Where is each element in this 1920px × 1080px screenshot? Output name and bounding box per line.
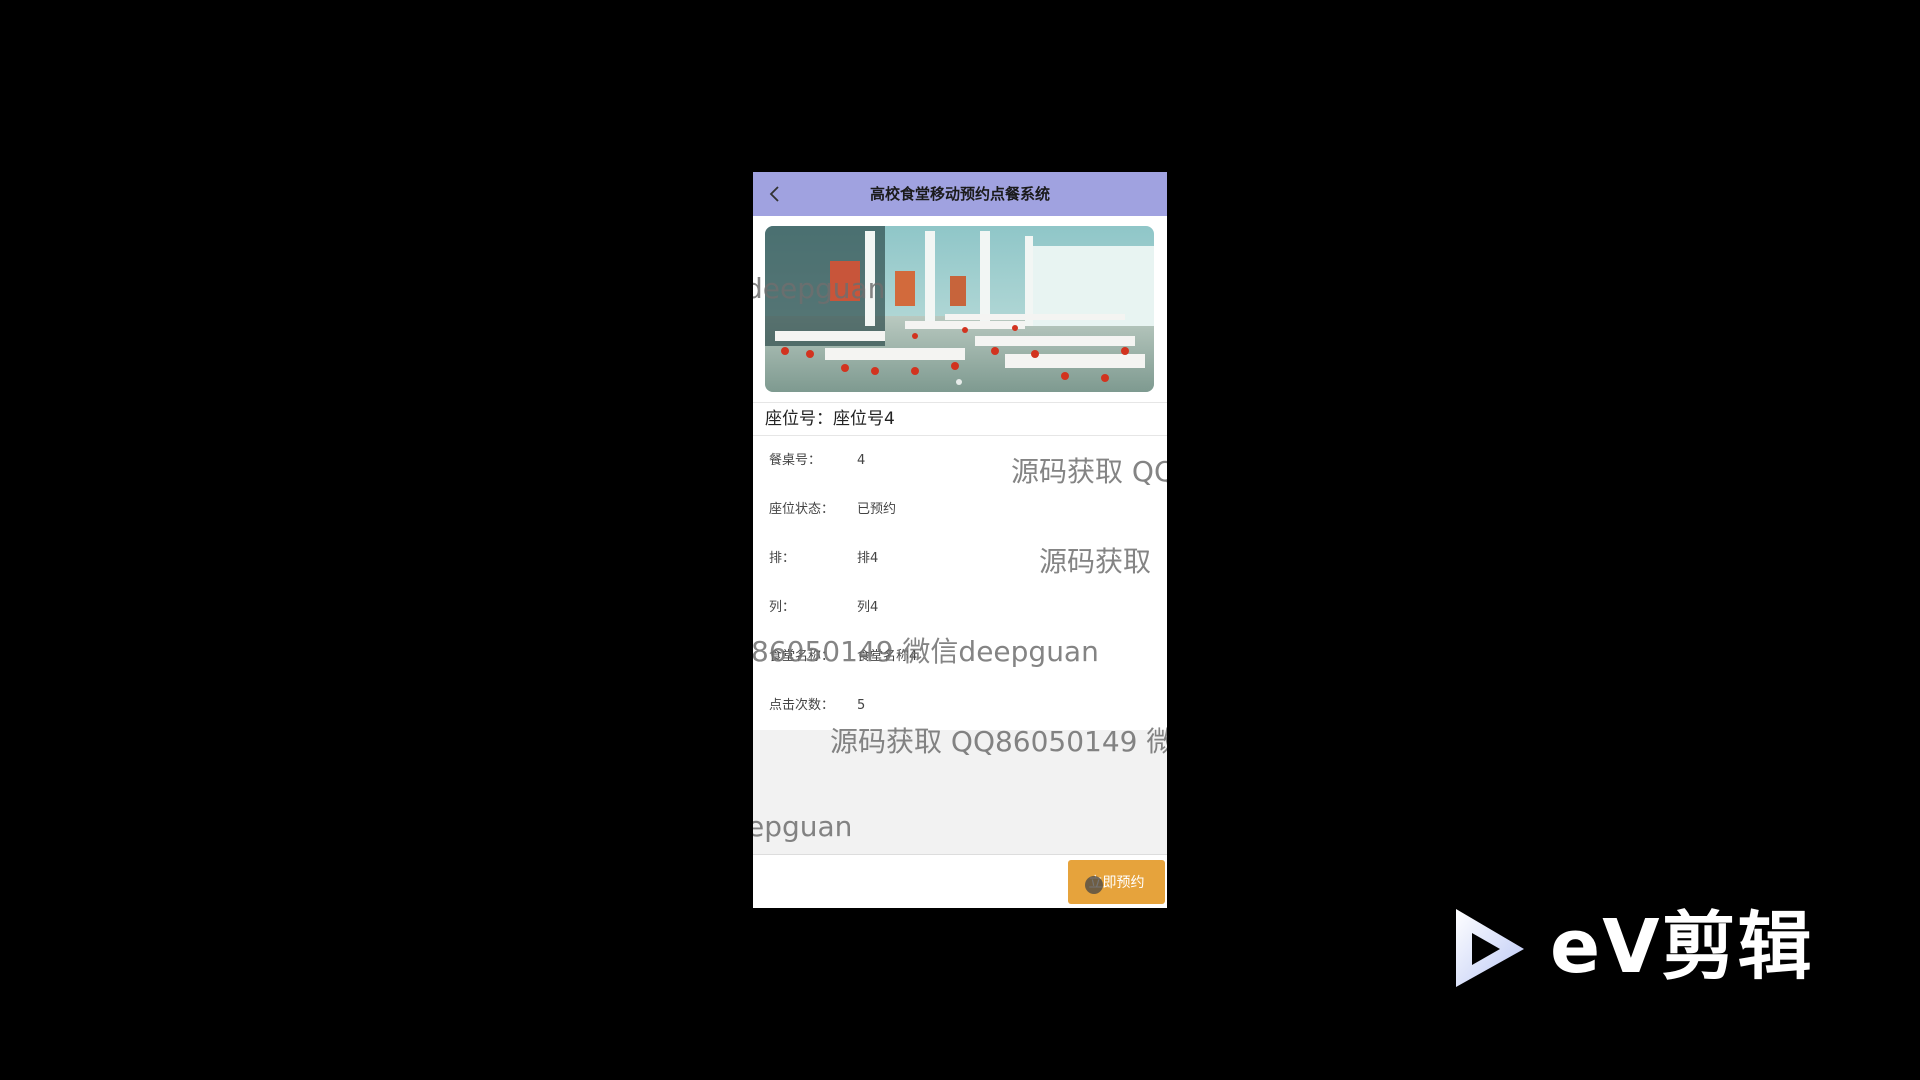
detail-row-column: 列： 列4 — [753, 583, 1167, 632]
detail-label: 食堂名称： — [769, 649, 835, 664]
touch-cursor-indicator — [1085, 876, 1103, 894]
screen: 高校食堂移动预约点餐系统 座位号：座位号4 餐桌号： 4 座位状态： 已预约 排… — [0, 0, 1920, 1080]
detail-value: 列4 — [857, 600, 879, 615]
detail-label: 点击次数： — [769, 698, 835, 713]
detail-value: 5 — [857, 698, 866, 713]
logo-text: eV剪辑 — [1550, 904, 1814, 990]
detail-value: 4 — [857, 453, 866, 468]
seat-details-list: 餐桌号： 4 座位状态： 已预约 排： 排4 列： 列4 食堂名称： 食堂名称4… — [753, 436, 1167, 730]
detail-row-table-number: 餐桌号： 4 — [753, 436, 1167, 485]
detail-label: 列： — [769, 600, 796, 615]
bottom-action-bar: 立即预约 — [753, 854, 1167, 908]
reserve-now-button[interactable]: 立即预约 — [1068, 860, 1165, 904]
detail-label: 餐桌号： — [769, 453, 822, 468]
detail-value: 已预约 — [857, 502, 897, 517]
detail-value: 食堂名称4 — [857, 649, 918, 664]
detail-label: 座位状态： — [769, 502, 835, 517]
detail-row-seat-status: 座位状态： 已预约 — [753, 485, 1167, 534]
banner-section — [753, 216, 1167, 402]
app-header: 高校食堂移动预约点餐系统 — [753, 172, 1167, 216]
detail-row-canteen-name: 食堂名称： 食堂名称4 — [753, 632, 1167, 681]
back-button[interactable] — [761, 180, 789, 208]
play-triangle-icon — [1456, 909, 1524, 987]
seat-number-title: 座位号：座位号4 — [765, 409, 895, 429]
page-title: 高校食堂移动预约点餐系统 — [869, 185, 1050, 203]
detail-label: 排： — [769, 551, 796, 566]
ev-editor-logo: eV剪辑 — [1450, 905, 1830, 990]
detail-row-row: 排： 排4 — [753, 534, 1167, 583]
detail-row-click-count: 点击次数： 5 — [753, 681, 1167, 730]
detail-value: 排4 — [857, 551, 879, 566]
seat-title-bar: 座位号：座位号4 — [753, 402, 1167, 436]
canteen-banner-image[interactable] — [765, 226, 1154, 392]
mobile-app-window: 高校食堂移动预约点餐系统 座位号：座位号4 餐桌号： 4 座位状态： 已预约 排… — [753, 172, 1167, 908]
chevron-left-icon — [769, 186, 779, 202]
